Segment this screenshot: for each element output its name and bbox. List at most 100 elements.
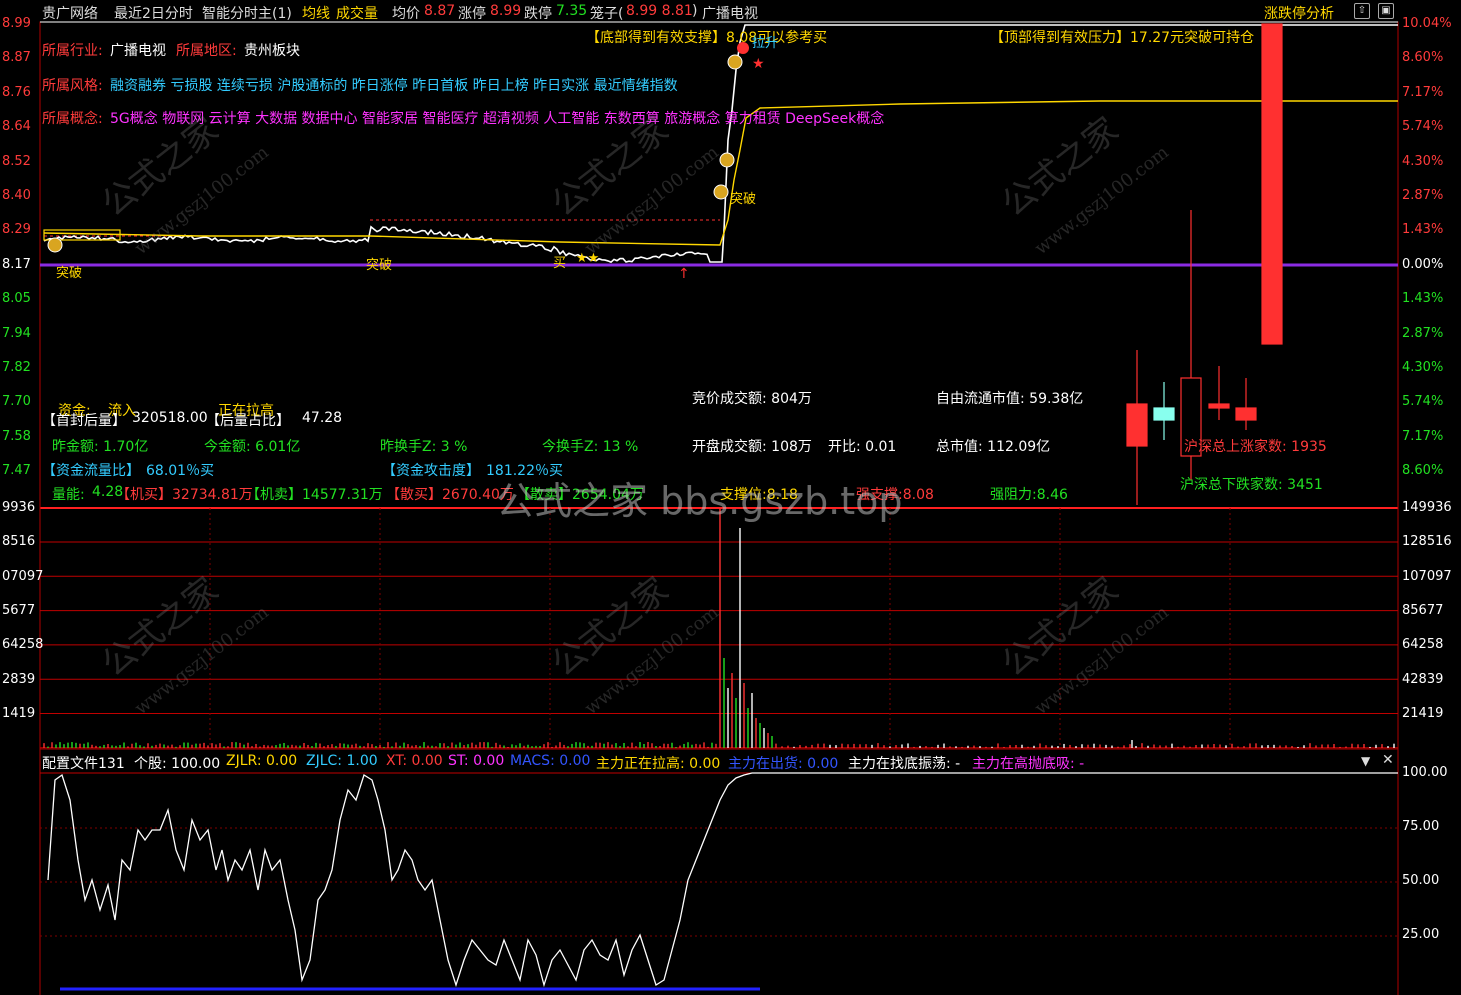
support-level: 支撑位:8.18 — [720, 487, 798, 503]
price-right-tick: 2.87% — [1402, 188, 1444, 203]
inst-sell: 【机卖】14577.31万 — [246, 487, 383, 503]
price-left-tick: 8.64 — [2, 119, 31, 135]
top-pressure-text: 【顶部得到有效压力】17.27元突破可持仓 — [990, 30, 1255, 46]
vol-ratio-label: 【后量占比】 — [206, 413, 290, 429]
style-value: 融资融券 亏损股 连续亏损 沪股通标的 昨日涨停 昨日首板 昨日上榜 昨日实涨 … — [110, 78, 678, 94]
attack-label: 【资金攻击度】 — [382, 463, 480, 479]
volume-right-tick: 85677 — [1402, 602, 1444, 618]
price-right-tick: 4.30% — [1402, 153, 1444, 169]
price-left-tick: 8.29 — [2, 222, 31, 238]
auction-amount: 竞价成交额: 804万 — [692, 391, 812, 407]
price-left-tick: 8.40 — [2, 188, 31, 203]
candle-body — [1261, 23, 1283, 345]
volume-left-tick: 5677 — [2, 602, 36, 618]
volume-right-tick: 42839 — [1402, 671, 1444, 687]
strong-support: 强支撑:8.08 — [856, 487, 934, 503]
osc-right-tick: 100.00 — [1402, 765, 1448, 780]
retail-buy: 【散买】2670.40万 — [386, 487, 514, 503]
star-icon: ★ — [752, 56, 765, 72]
volume-right-tick: 21419 — [1402, 705, 1444, 721]
price-left-tick: 8.87 — [2, 50, 31, 66]
price-left-tick: 7.94 — [2, 325, 31, 341]
price-right-tick: 7.17% — [1402, 428, 1444, 444]
volume-right-tick: 107097 — [1402, 568, 1452, 584]
candle-body — [1208, 403, 1230, 409]
candle-body — [1126, 403, 1148, 447]
money-bag-icon — [47, 237, 63, 253]
price-right-tick: 8.60% — [1402, 50, 1444, 66]
region-value: 贵州板块 — [244, 43, 300, 59]
pull-up-marker: 拉升 — [752, 36, 779, 51]
arrow-up-icon: ↑ — [678, 266, 690, 282]
industry-value: 广播电视 — [110, 43, 166, 59]
money-bag-icon — [727, 54, 743, 70]
price-right-tick: 1.43% — [1402, 291, 1444, 307]
oscillator-line — [47, 772, 1398, 988]
price-line — [43, 24, 1398, 264]
osc-right-tick: 50.00 — [1402, 873, 1440, 888]
breakthrough-marker: 突破 — [730, 192, 757, 207]
volume-left-tick: 9936 — [2, 500, 36, 515]
attack-value: 181.22％买 — [486, 463, 563, 479]
price-left-tick: 8.52 — [2, 153, 31, 169]
money-bag-icon — [719, 152, 735, 168]
price-left-tick: 7.47 — [2, 463, 31, 479]
osc-pull: 主力正在拉高: 0.00 — [596, 756, 721, 772]
close-panel-icon[interactable]: ✕ — [1382, 752, 1394, 768]
osc-xt: XT: 0.00 — [386, 753, 443, 769]
style-label: 所属风格: — [42, 78, 103, 94]
up-count: 沪深总上涨家数: 1935 — [1184, 439, 1327, 455]
osc-right-tick: 75.00 — [1402, 819, 1440, 834]
breakthrough-marker: 突破 — [366, 258, 393, 273]
osc-out: 主力在出货: 0.00 — [728, 756, 839, 772]
osc-config[interactable]: 配置文件131 — [42, 753, 125, 773]
price-left-tick: 8.17 — [2, 256, 31, 272]
volume-left-tick: 07097 — [2, 568, 44, 584]
candle-body — [1235, 407, 1257, 421]
prev-turnover: 昨换手Z: 3 % — [380, 439, 468, 455]
first-seal-label: 【首封后量】 — [42, 413, 126, 429]
price-right-tick: 7.17% — [1402, 84, 1444, 100]
region-label: 所属地区: — [176, 43, 237, 59]
flow-ratio-value: 68.01％买 — [146, 463, 215, 479]
volume-right-tick: 128516 — [1402, 534, 1452, 550]
open-ratio: 开比: 0.01 — [828, 439, 897, 455]
price-left-tick: 8.76 — [2, 84, 31, 100]
volume-left-tick: 8516 — [2, 534, 36, 550]
osc-top: 主力在高抛底吸: - — [972, 756, 1085, 772]
dropdown-icon[interactable]: ▼ — [1361, 754, 1370, 768]
money-bag-icon — [713, 184, 729, 200]
buy-marker: 买 — [553, 256, 567, 271]
price-right-tick: 1.43% — [1402, 222, 1444, 238]
price-right-tick: 5.74% — [1402, 394, 1444, 410]
star-icon: ★★ — [576, 251, 599, 266]
vol-ratio-value: 47.28 — [302, 410, 343, 426]
concept-label: 所属概念: — [42, 111, 103, 127]
volume-left-tick: 2839 — [2, 671, 36, 687]
osc-bottom: 主力在找底振荡: - — [848, 756, 961, 772]
quantity-label: 量能: — [52, 487, 85, 503]
osc-zjlc: ZJLC: 1.00 — [306, 753, 378, 769]
breakthrough-marker: 突破 — [56, 266, 83, 281]
float-cap: 自由流通市值: 59.38亿 — [936, 391, 1084, 407]
volume-right-tick: 149936 — [1402, 500, 1452, 515]
price-right-tick: 10.04% — [1402, 16, 1452, 31]
cur-amount: 今金额: 6.01亿 — [204, 439, 301, 455]
open-amount: 开盘成交额: 108万 — [692, 439, 812, 455]
osc-zjlr: ZJLR: 0.00 — [226, 753, 298, 769]
price-left-tick: 7.58 — [2, 428, 31, 444]
strong-resist: 强阻力:8.46 — [990, 487, 1068, 503]
osc-st: ST: 0.00 — [448, 753, 505, 769]
concept-value: 5G概念 物联网 云计算 大数据 数据中心 智能家居 智能医疗 超清视频 人工智… — [110, 111, 885, 127]
price-right-tick: 4.30% — [1402, 360, 1444, 375]
flow-ratio-label: 【资金流量比】 — [42, 463, 140, 479]
price-right-tick: 2.87% — [1402, 325, 1444, 341]
price-left-tick: 7.82 — [2, 360, 31, 375]
industry-label: 所属行业: — [42, 43, 103, 59]
total-cap: 总市值: 112.09亿 — [936, 439, 1051, 455]
volume-left-tick: 64258 — [2, 637, 44, 653]
first-seal-value: 320518.00 — [132, 410, 208, 426]
prev-amount: 昨金额: 1.70亿 — [52, 439, 149, 455]
price-right-tick: 5.74% — [1402, 119, 1444, 135]
osc-right-tick: 25.00 — [1402, 927, 1440, 942]
